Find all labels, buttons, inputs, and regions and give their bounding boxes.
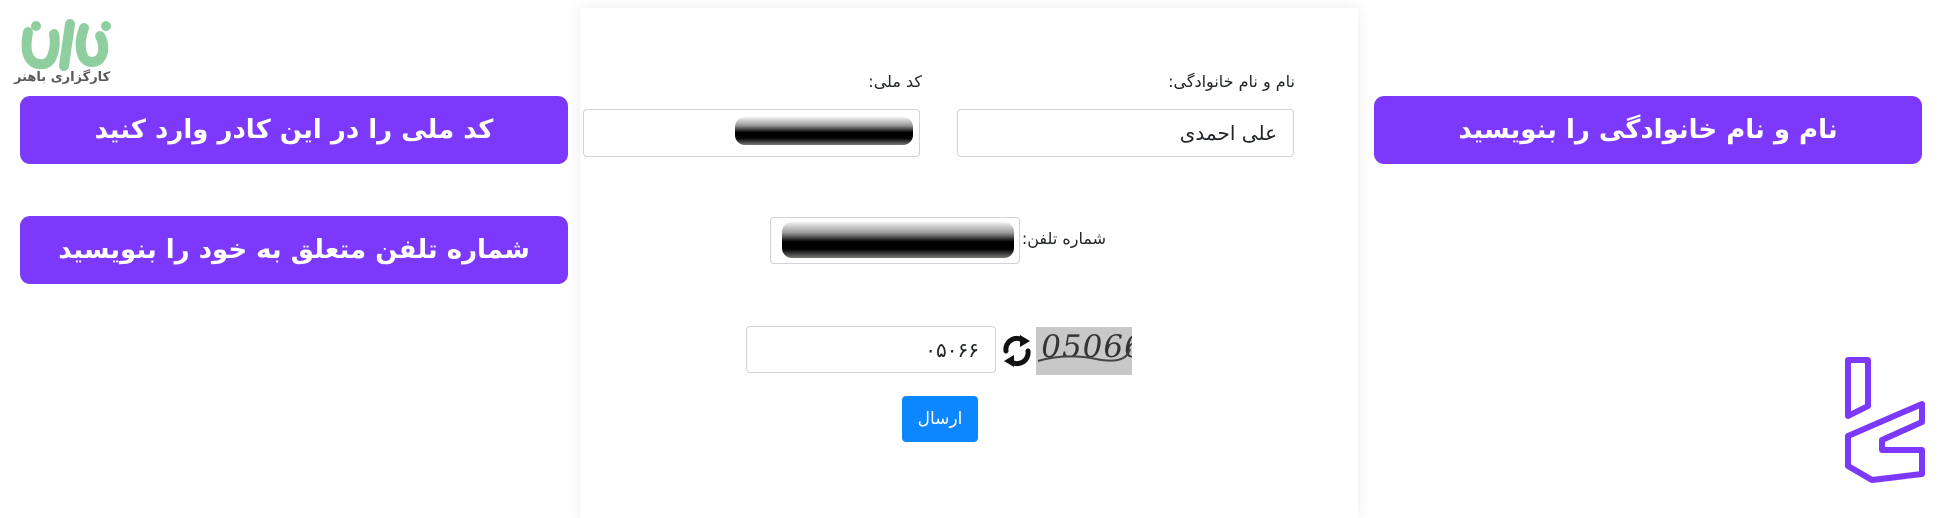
phone-label: شماره تلفن: xyxy=(1021,229,1106,248)
captcha-image: 05066 xyxy=(1036,327,1132,375)
name-callout: نام و نام خانوادگی را بنویسید xyxy=(1374,96,1922,164)
captcha-input[interactable] xyxy=(746,326,996,373)
submit-button[interactable]: ارسال xyxy=(902,396,978,442)
national-code-label: کد ملی: xyxy=(868,72,922,91)
name-label: نام و نام خانوادگی: xyxy=(1168,72,1295,91)
national-code-callout: کد ملی را در این کادر وارد کنید xyxy=(20,96,568,164)
redacted-national-code xyxy=(735,117,913,145)
phone-callout: شماره تلفن متعلق به خود را بنویسید xyxy=(20,216,568,284)
corner-brand-logo xyxy=(1845,357,1925,483)
name-field[interactable] xyxy=(957,109,1294,157)
redacted-phone xyxy=(782,222,1014,258)
captcha-noise xyxy=(1037,348,1131,362)
refresh-captcha-icon[interactable] xyxy=(1000,333,1034,369)
brand-caption: کارگزاری باهنر xyxy=(14,70,111,85)
